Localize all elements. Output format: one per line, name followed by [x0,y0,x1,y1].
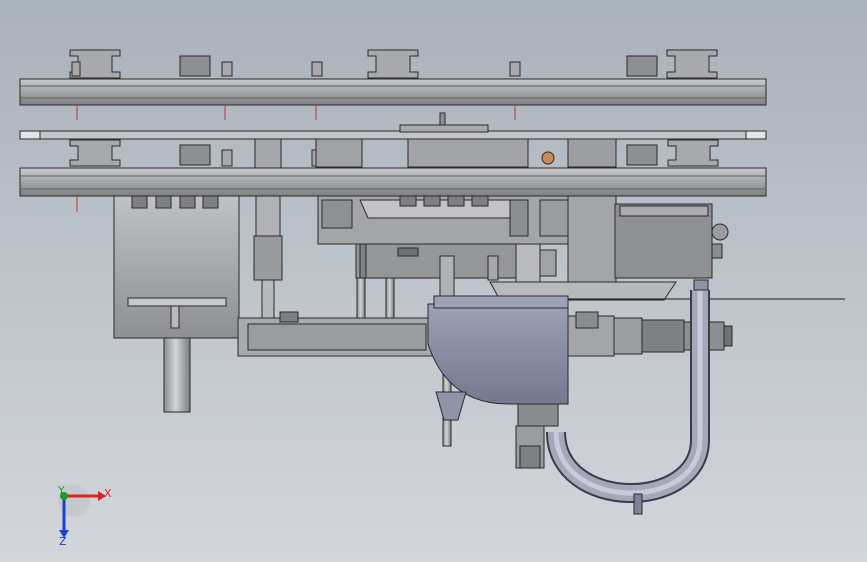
triad-y-label: Y [58,484,65,497]
cad-viewport[interactable]: X Y Z [0,0,867,562]
orientation-triad [58,485,106,538]
top-mount-brackets[interactable] [69,49,718,79]
center-frame-assembly[interactable] [317,195,569,297]
triad-x-label: X [104,487,112,500]
left-cabinet-block[interactable] [113,195,240,339]
blue-hopper[interactable] [427,295,569,421]
linear-actuator-left[interactable] [237,311,435,357]
triad-z-label: Z [59,535,67,548]
middle-flat-bar[interactable] [19,112,767,140]
upper-rail-beam[interactable] [19,78,767,106]
vertical-post[interactable] [253,195,283,319]
lower-rail-beam[interactable] [19,167,767,197]
lower-mount-brackets[interactable] [69,138,719,170]
left-support-cylinder[interactable] [163,337,191,413]
right-column[interactable] [567,195,617,283]
assembly-model[interactable] [0,0,867,562]
